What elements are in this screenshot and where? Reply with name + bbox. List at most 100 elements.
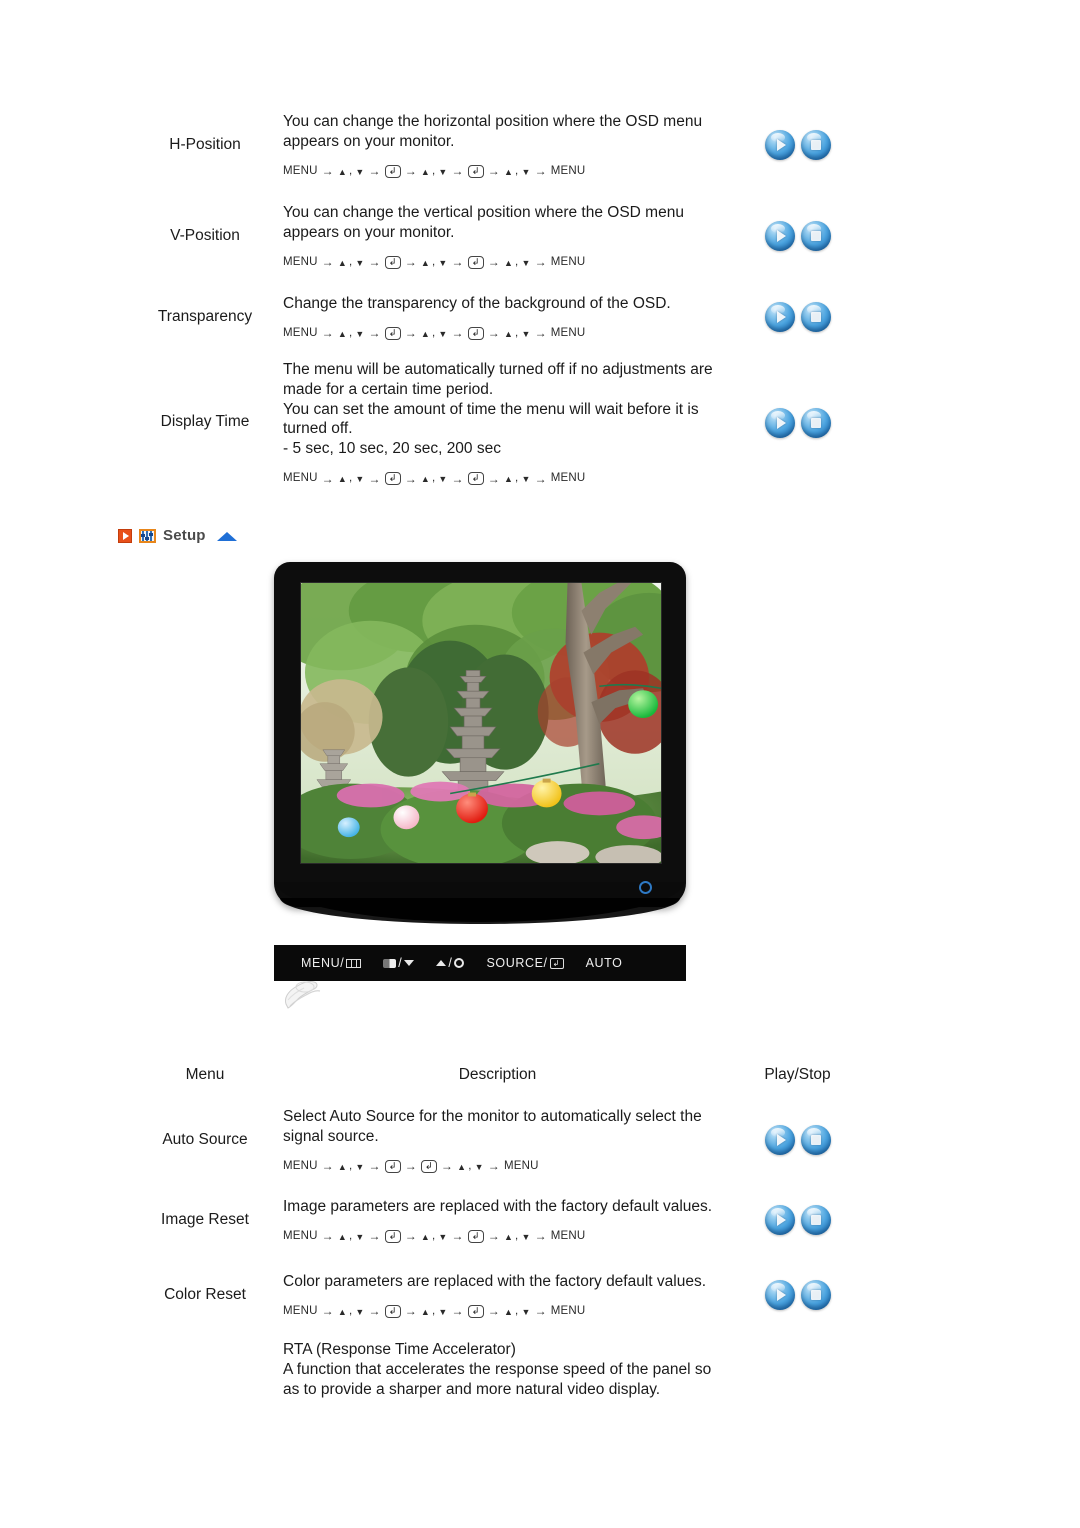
triangle-up-icon: ▲ (457, 1161, 467, 1172)
enter-key-icon: ↲ (467, 326, 484, 340)
path-arrow: → (404, 255, 417, 270)
play-button[interactable] (764, 407, 795, 438)
path-menu-end: MENU (550, 255, 586, 268)
description-cell: RTA (Response Time Accelerator) A functi… (270, 1340, 735, 1399)
control-brightness-up-button[interactable]: / (436, 956, 465, 970)
path-comma: , (348, 1304, 353, 1317)
triangle-up-icon: ▲ (503, 328, 514, 339)
enter-key-icon: ↲ (384, 326, 401, 340)
control-menu-button[interactable]: MENU/ (301, 956, 362, 970)
path-arrow: → (368, 1304, 381, 1319)
triangle-up-icon: ▲ (420, 257, 431, 268)
enter-key-icon: ↲ (384, 1159, 401, 1173)
path-arrow: → (487, 1159, 500, 1174)
path-arrow: → (440, 1159, 454, 1174)
stop-button[interactable] (800, 302, 831, 332)
path-arrow: → (368, 164, 381, 179)
menu-path: MENU → ▲ , ▼ → ↲ → ↲ → ▲ , ▼ → MENU (283, 1159, 725, 1174)
play-stop-cell (735, 221, 860, 251)
table-row: Display Time The menu will be automatica… (140, 355, 860, 490)
path-comma: , (515, 471, 519, 484)
triangle-down-icon: ▼ (355, 257, 365, 268)
description-text: Select Auto Source for the monitor to au… (283, 1108, 702, 1145)
enter-key-icon: ↲ (384, 164, 401, 178)
control-auto-button[interactable]: AUTO (586, 956, 623, 970)
triangle-down-icon: ▼ (521, 1231, 531, 1242)
menu-label: V-Position (170, 226, 240, 244)
stop-button[interactable] (800, 1280, 831, 1310)
path-menu-end: MENU (503, 1159, 539, 1172)
path-comma: , (432, 326, 436, 339)
path-arrow: → (451, 471, 464, 486)
menu-label: H-Position (169, 135, 241, 153)
enter-key-icon: ↲ (549, 957, 564, 969)
stop-button[interactable] (800, 1205, 831, 1235)
triangle-down-icon (404, 960, 415, 966)
table-row: Auto Source Select Auto Source for the m… (140, 1100, 860, 1180)
path-arrow: → (534, 1229, 547, 1244)
description-text: Image parameters are replaced with the f… (283, 1198, 713, 1216)
triangle-up-icon: ▲ (420, 474, 431, 485)
path-arrow: → (321, 471, 334, 486)
enter-key-icon: ↲ (467, 164, 484, 178)
description-text: Color parameters are replaced with the f… (283, 1273, 707, 1291)
menu-label: Auto Source (162, 1130, 248, 1148)
brightness-sun-icon (454, 958, 465, 968)
triangle-down-icon: ▼ (438, 257, 448, 268)
play-button[interactable] (764, 221, 795, 251)
triangle-down-icon: ▼ (474, 1161, 484, 1172)
enter-key-icon: ↲ (467, 255, 484, 269)
setup-section-heading: Setup (118, 527, 237, 544)
path-comma: , (432, 471, 436, 484)
path-arrow: → (404, 1159, 417, 1174)
path-arrow: → (451, 164, 464, 179)
stop-button[interactable] (800, 130, 831, 160)
play-button[interactable] (764, 1280, 795, 1310)
triangle-down-icon: ▼ (521, 257, 531, 268)
triangle-up-icon (436, 960, 447, 966)
triangle-up-icon: ▲ (337, 328, 347, 339)
play-button[interactable] (764, 130, 795, 160)
setup-sliders-icon[interactable] (139, 528, 156, 543)
description-text: RTA (Response Time Accelerator) A functi… (283, 1341, 712, 1398)
play-button[interactable] (764, 1205, 795, 1235)
path-comma: , (515, 255, 519, 268)
play-stop-cell (735, 130, 860, 160)
triangle-down-icon: ▼ (438, 166, 448, 177)
play-button[interactable] (764, 1125, 795, 1155)
path-comma: , (515, 326, 519, 339)
monitor-screen (300, 582, 662, 864)
triangle-down-icon: ▼ (355, 1306, 365, 1317)
control-source-button[interactable]: SOURCE/ ↲ (486, 956, 564, 970)
path-comma: , (348, 1159, 353, 1172)
brightness-half-icon (383, 958, 397, 968)
play-square-icon[interactable] (118, 528, 132, 543)
triangle-up-icon[interactable] (216, 532, 237, 541)
play-icon (765, 130, 795, 160)
triangle-up-icon: ▲ (503, 257, 514, 268)
path-arrow: → (451, 326, 464, 341)
path-arrow: → (404, 1229, 417, 1244)
stop-button[interactable] (800, 407, 831, 438)
description-text: Change the transparency of the backgroun… (283, 295, 671, 313)
triangle-up-icon: ▲ (503, 1306, 514, 1317)
path-menu-start: MENU (283, 1159, 318, 1172)
path-comma: , (515, 1229, 519, 1242)
play-stop-cell (735, 1125, 860, 1155)
control-brightness-down-button[interactable]: / (383, 956, 415, 970)
stop-button[interactable] (800, 221, 831, 251)
stop-button[interactable] (800, 1125, 831, 1155)
description-cell: You can change the vertical position whe… (270, 203, 735, 269)
triangle-up-icon: ▲ (420, 166, 431, 177)
triangle-up-icon: ▲ (503, 1231, 514, 1242)
triangle-down-icon: ▼ (521, 328, 531, 339)
path-arrow: → (534, 326, 547, 341)
triangle-down-icon: ▼ (521, 166, 531, 177)
monitor-control-bar: MENU/ / / SOURCE/ ↲ AUTO (274, 945, 686, 981)
path-arrow: → (368, 255, 381, 270)
path-comma: , (348, 471, 353, 484)
menu-label: Image Reset (161, 1210, 249, 1228)
enter-key-icon: ↲ (467, 1229, 484, 1243)
triangle-up-icon: ▲ (337, 257, 347, 268)
play-button[interactable] (764, 302, 795, 332)
